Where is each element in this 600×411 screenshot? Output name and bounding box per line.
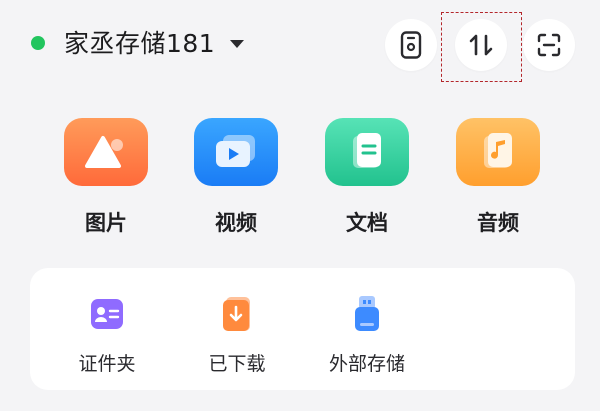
category-audio[interactable]: 音频: [448, 118, 548, 236]
category-label: 音频: [477, 211, 519, 235]
image-icon: [85, 136, 123, 168]
id-card-icon: [91, 299, 123, 329]
download-tile: [217, 294, 257, 334]
tool-downloaded[interactable]: 已下载: [182, 294, 292, 376]
tool-label: 外部存储: [328, 353, 405, 375]
image-tile: [64, 118, 148, 186]
tool-label: 已下载: [208, 353, 266, 375]
category-label: 文档: [346, 211, 388, 235]
download-icon: [223, 297, 250, 331]
music-tile: [456, 118, 540, 186]
category-grid: 图片 视频 文档 音频: [0, 118, 600, 248]
tool-label: 证件夹: [78, 353, 136, 375]
status-dot: [31, 36, 45, 50]
scan-button[interactable]: [523, 19, 575, 71]
category-label: 视频: [215, 211, 257, 235]
transfer-icon: [469, 34, 493, 56]
tools-card: 证件夹 已下载 外部存储: [30, 268, 575, 390]
category-label: 图片: [85, 211, 127, 235]
id-card-tile: [87, 294, 127, 334]
document-tile: [325, 118, 409, 186]
phone-button[interactable]: [385, 19, 437, 71]
chevron-down-icon[interactable]: [230, 40, 244, 48]
transfer-button[interactable]: [455, 19, 507, 71]
tool-id-folder[interactable]: 证件夹: [52, 294, 162, 376]
category-videos[interactable]: 视频: [186, 118, 286, 236]
device-name[interactable]: 家丞存储181: [64, 28, 215, 60]
video-icon: [216, 135, 255, 167]
music-icon: [484, 133, 512, 168]
phone-icon: [400, 31, 422, 59]
header: 家丞存储181: [0, 0, 600, 92]
usb-drive-tile: [347, 294, 387, 334]
usb-drive-icon: [355, 296, 379, 331]
scan-icon: [537, 33, 561, 57]
tool-external-storage[interactable]: 外部存储: [312, 294, 422, 376]
document-icon: [353, 133, 381, 168]
category-pictures[interactable]: 图片: [56, 118, 156, 236]
video-tile: [194, 118, 278, 186]
category-documents[interactable]: 文档: [317, 118, 417, 236]
